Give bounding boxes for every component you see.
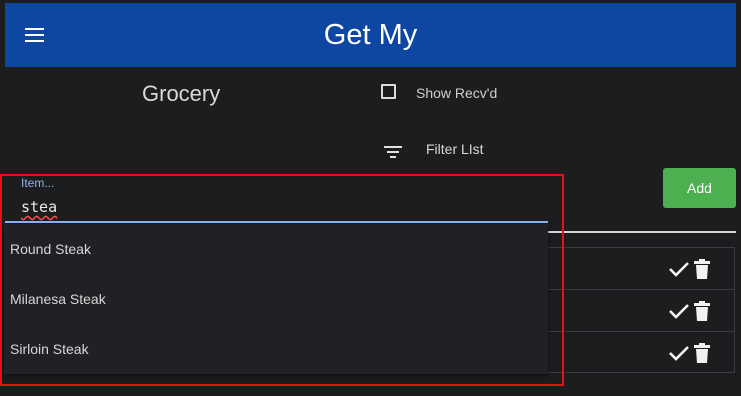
trash-icon[interactable]: [694, 301, 710, 321]
check-icon[interactable]: [668, 261, 690, 277]
suggestion-item[interactable]: Sirloin Steak: [4, 324, 548, 374]
trash-icon[interactable]: [694, 259, 710, 279]
suggestion-label: Round Steak: [10, 241, 91, 257]
list-row: [548, 332, 735, 374]
filter-list-label[interactable]: Filter LIst: [426, 141, 484, 157]
list-row: [548, 248, 735, 290]
filter-icon[interactable]: [384, 146, 402, 158]
autocomplete-dropdown: Round Steak Milanesa Steak Sirloin Steak: [4, 224, 548, 374]
app-bar: Get My: [5, 3, 736, 67]
trash-icon[interactable]: [694, 343, 710, 363]
check-icon[interactable]: [668, 345, 690, 361]
suggestion-item[interactable]: Round Steak: [4, 224, 548, 274]
item-input-value[interactable]: stea: [21, 198, 57, 216]
list-name: Grocery: [142, 81, 221, 106]
check-icon[interactable]: [668, 303, 690, 319]
suggestion-label: Milanesa Steak: [10, 291, 106, 307]
add-button[interactable]: Add: [663, 168, 736, 208]
app-title: Get My: [323, 19, 418, 51]
item-list: [548, 247, 735, 373]
show-received-checkbox[interactable]: [381, 84, 396, 99]
suggestion-item[interactable]: Milanesa Steak: [4, 274, 548, 324]
item-field-label: Item...: [21, 176, 55, 190]
show-received-label[interactable]: Show Recv'd: [416, 85, 497, 101]
suggestion-label: Sirloin Steak: [10, 341, 89, 357]
item-input[interactable]: [5, 193, 548, 223]
list-row: [548, 290, 735, 332]
list-divider: [548, 231, 736, 233]
